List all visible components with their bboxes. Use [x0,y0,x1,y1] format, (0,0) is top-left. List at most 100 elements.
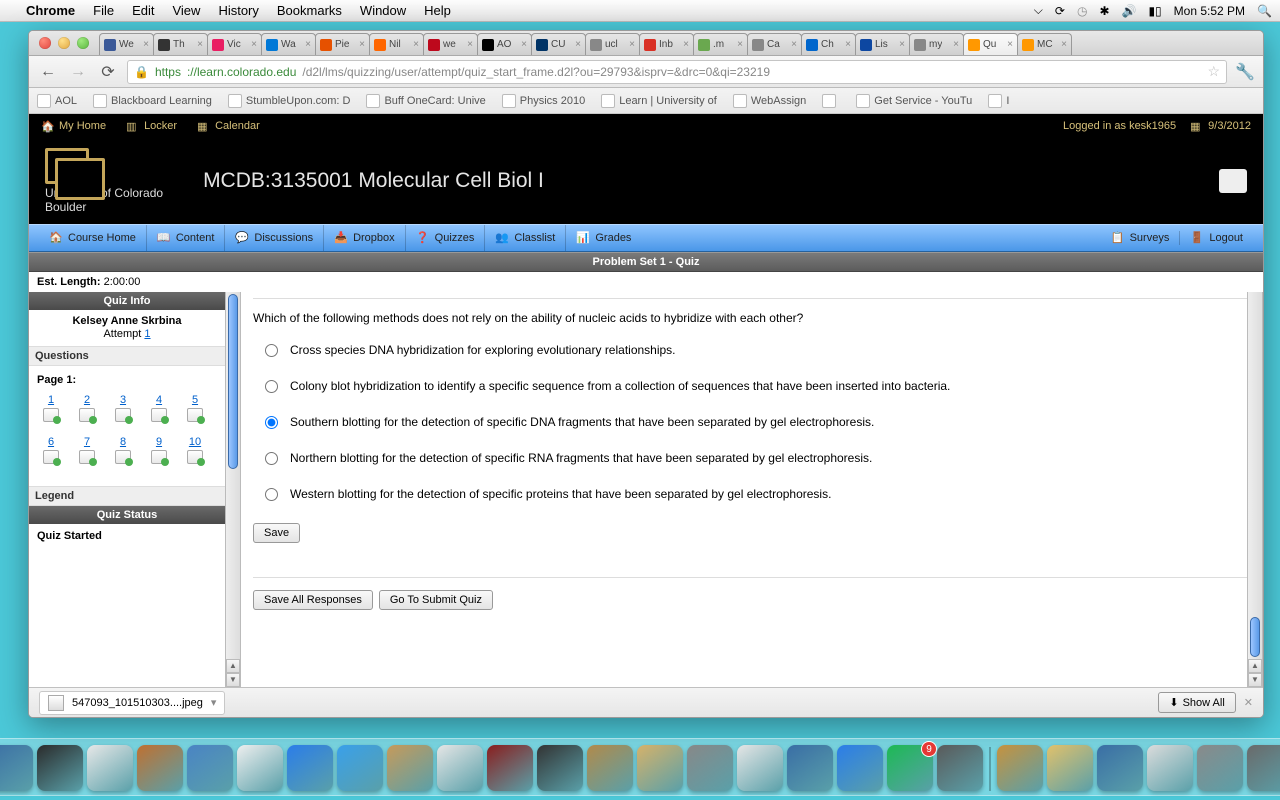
dock-app-icon[interactable] [37,745,83,791]
dock-app-icon[interactable] [337,745,383,791]
dock-app-icon[interactable] [1147,745,1193,791]
answer-option[interactable]: Southern blotting for the detection of s… [265,415,1247,429]
scrollbar-thumb[interactable] [228,294,238,469]
sync-icon[interactable]: ⟳ [1055,4,1065,18]
calendar-link[interactable]: ▦Calendar [197,120,260,133]
submit-quiz-button[interactable]: Go To Submit Quiz [379,590,493,610]
chat-icon[interactable] [1219,169,1247,193]
wifi-icon[interactable]: ⌵ [1034,3,1043,18]
close-tab-icon[interactable]: × [953,39,959,50]
download-item[interactable]: 547093_101510303....jpeg ▾ [39,691,225,715]
question-link[interactable]: 1 [43,394,59,422]
browser-tab[interactable]: Inb× [639,33,694,55]
save-button[interactable]: Save [253,523,300,543]
answer-radio[interactable] [265,380,278,393]
dock-app-icon[interactable] [587,745,633,791]
menu-edit[interactable]: Edit [132,3,154,18]
nav-item[interactable]: 🏠Course Home [39,225,147,251]
save-all-button[interactable]: Save All Responses [253,590,373,610]
menu-file[interactable]: File [93,3,114,18]
nav-item[interactable]: 📖Content [147,225,226,251]
bookmark-star-icon[interactable]: ☆ [1208,63,1221,80]
dock-app-icon[interactable] [487,745,533,791]
bookmark-item[interactable]: StumbleUpon.com: D [228,94,351,108]
my-home-link[interactable]: 🏠My Home [41,120,106,133]
close-tab-icon[interactable]: × [197,39,203,50]
browser-tab[interactable]: Vic× [207,33,262,55]
close-tab-icon[interactable]: × [467,39,473,50]
answer-option[interactable]: Colony blot hybridization to identify a … [265,379,1247,393]
reload-button[interactable]: ⟳ [97,61,119,83]
nav-item[interactable]: 📊Grades [566,225,641,251]
dock-app-icon[interactable] [87,745,133,791]
dock-app-icon[interactable] [387,745,433,791]
close-tab-icon[interactable]: × [737,39,743,50]
answer-option[interactable]: Western blotting for the detection of sp… [265,487,1247,501]
volume-icon[interactable]: 🔊 [1122,4,1137,18]
bookmark-item[interactable]: AOL [37,94,77,108]
browser-tab[interactable]: MC× [1017,33,1072,55]
main-scrollbar[interactable]: ▲ ▼ [1247,292,1263,687]
sidebar-scrollbar[interactable]: ▲ ▼ [225,292,241,687]
address-bar[interactable]: 🔒 https ://learn.colorado.edu /d2l/lms/q… [127,60,1227,84]
question-link[interactable]: 6 [43,436,59,464]
attempt-link[interactable]: 1 [144,328,150,340]
browser-tab[interactable]: my× [909,33,964,55]
close-tab-icon[interactable]: × [899,39,905,50]
minimize-window-button[interactable] [58,37,70,49]
dock-app-icon[interactable] [837,745,883,791]
menu-bookmarks[interactable]: Bookmarks [277,3,342,18]
spotlight-icon[interactable]: 🔍 [1257,4,1272,18]
dock-app-icon[interactable] [687,745,733,791]
menu-history[interactable]: History [218,3,258,18]
bookmark-item[interactable] [822,94,840,108]
dock-app-icon[interactable] [1247,745,1280,791]
close-tab-icon[interactable]: × [251,39,257,50]
dock-app-icon[interactable] [1197,745,1243,791]
dock-app-icon[interactable] [997,745,1043,791]
dock-app-icon[interactable] [537,745,583,791]
close-tab-icon[interactable]: × [1061,39,1067,50]
close-tab-icon[interactable]: × [1007,39,1013,50]
close-tab-icon[interactable]: × [413,39,419,50]
scrollbar-thumb[interactable] [1250,617,1260,657]
timemachine-icon[interactable]: ◷ [1077,4,1087,18]
nav-item[interactable]: 👥Classlist [485,225,566,251]
scroll-down-button[interactable]: ▼ [1248,673,1262,687]
back-button[interactable]: ← [37,61,59,83]
bookmark-item[interactable]: I [988,94,1009,108]
bookmark-item[interactable]: Physics 2010 [502,94,585,108]
menu-window[interactable]: Window [360,3,406,18]
browser-tab[interactable]: CU× [531,33,586,55]
question-link[interactable]: 10 [187,436,203,464]
university-logo[interactable]: University of ColoradoBoulder [45,148,163,215]
dock-app-icon[interactable] [237,745,283,791]
dock-app-icon[interactable] [787,745,833,791]
close-download-bar-icon[interactable]: ✕ [1244,696,1253,709]
dock-app-icon[interactable] [437,745,483,791]
close-tab-icon[interactable]: × [845,39,851,50]
dock-app-icon[interactable] [1047,745,1093,791]
close-tab-icon[interactable]: × [305,39,311,50]
close-tab-icon[interactable]: × [683,39,689,50]
dock-app-icon[interactable] [937,745,983,791]
bookmark-item[interactable]: Learn | University of [601,94,717,108]
browser-tab[interactable]: Nil× [369,33,424,55]
bookmark-item[interactable]: WebAssign [733,94,806,108]
bluetooth-icon[interactable]: ✱ [1099,4,1109,18]
question-link[interactable]: 7 [79,436,95,464]
chrome-menu-icon[interactable]: 🔧 [1235,62,1255,82]
answer-radio[interactable] [265,452,278,465]
nav-item[interactable]: 🚪Logout [1180,231,1253,245]
browser-tab[interactable]: Wa× [261,33,316,55]
menu-view[interactable]: View [172,3,200,18]
question-link[interactable]: 2 [79,394,95,422]
browser-tab[interactable]: Lis× [855,33,910,55]
browser-tab[interactable]: we× [423,33,478,55]
close-tab-icon[interactable]: × [359,39,365,50]
dock-app-icon[interactable]: 9 [887,745,933,791]
scroll-up-button[interactable]: ▲ [226,659,240,673]
bookmark-item[interactable]: Buff OneCard: Unive [366,94,485,108]
browser-tab[interactable]: Th× [153,33,208,55]
close-tab-icon[interactable]: × [791,39,797,50]
